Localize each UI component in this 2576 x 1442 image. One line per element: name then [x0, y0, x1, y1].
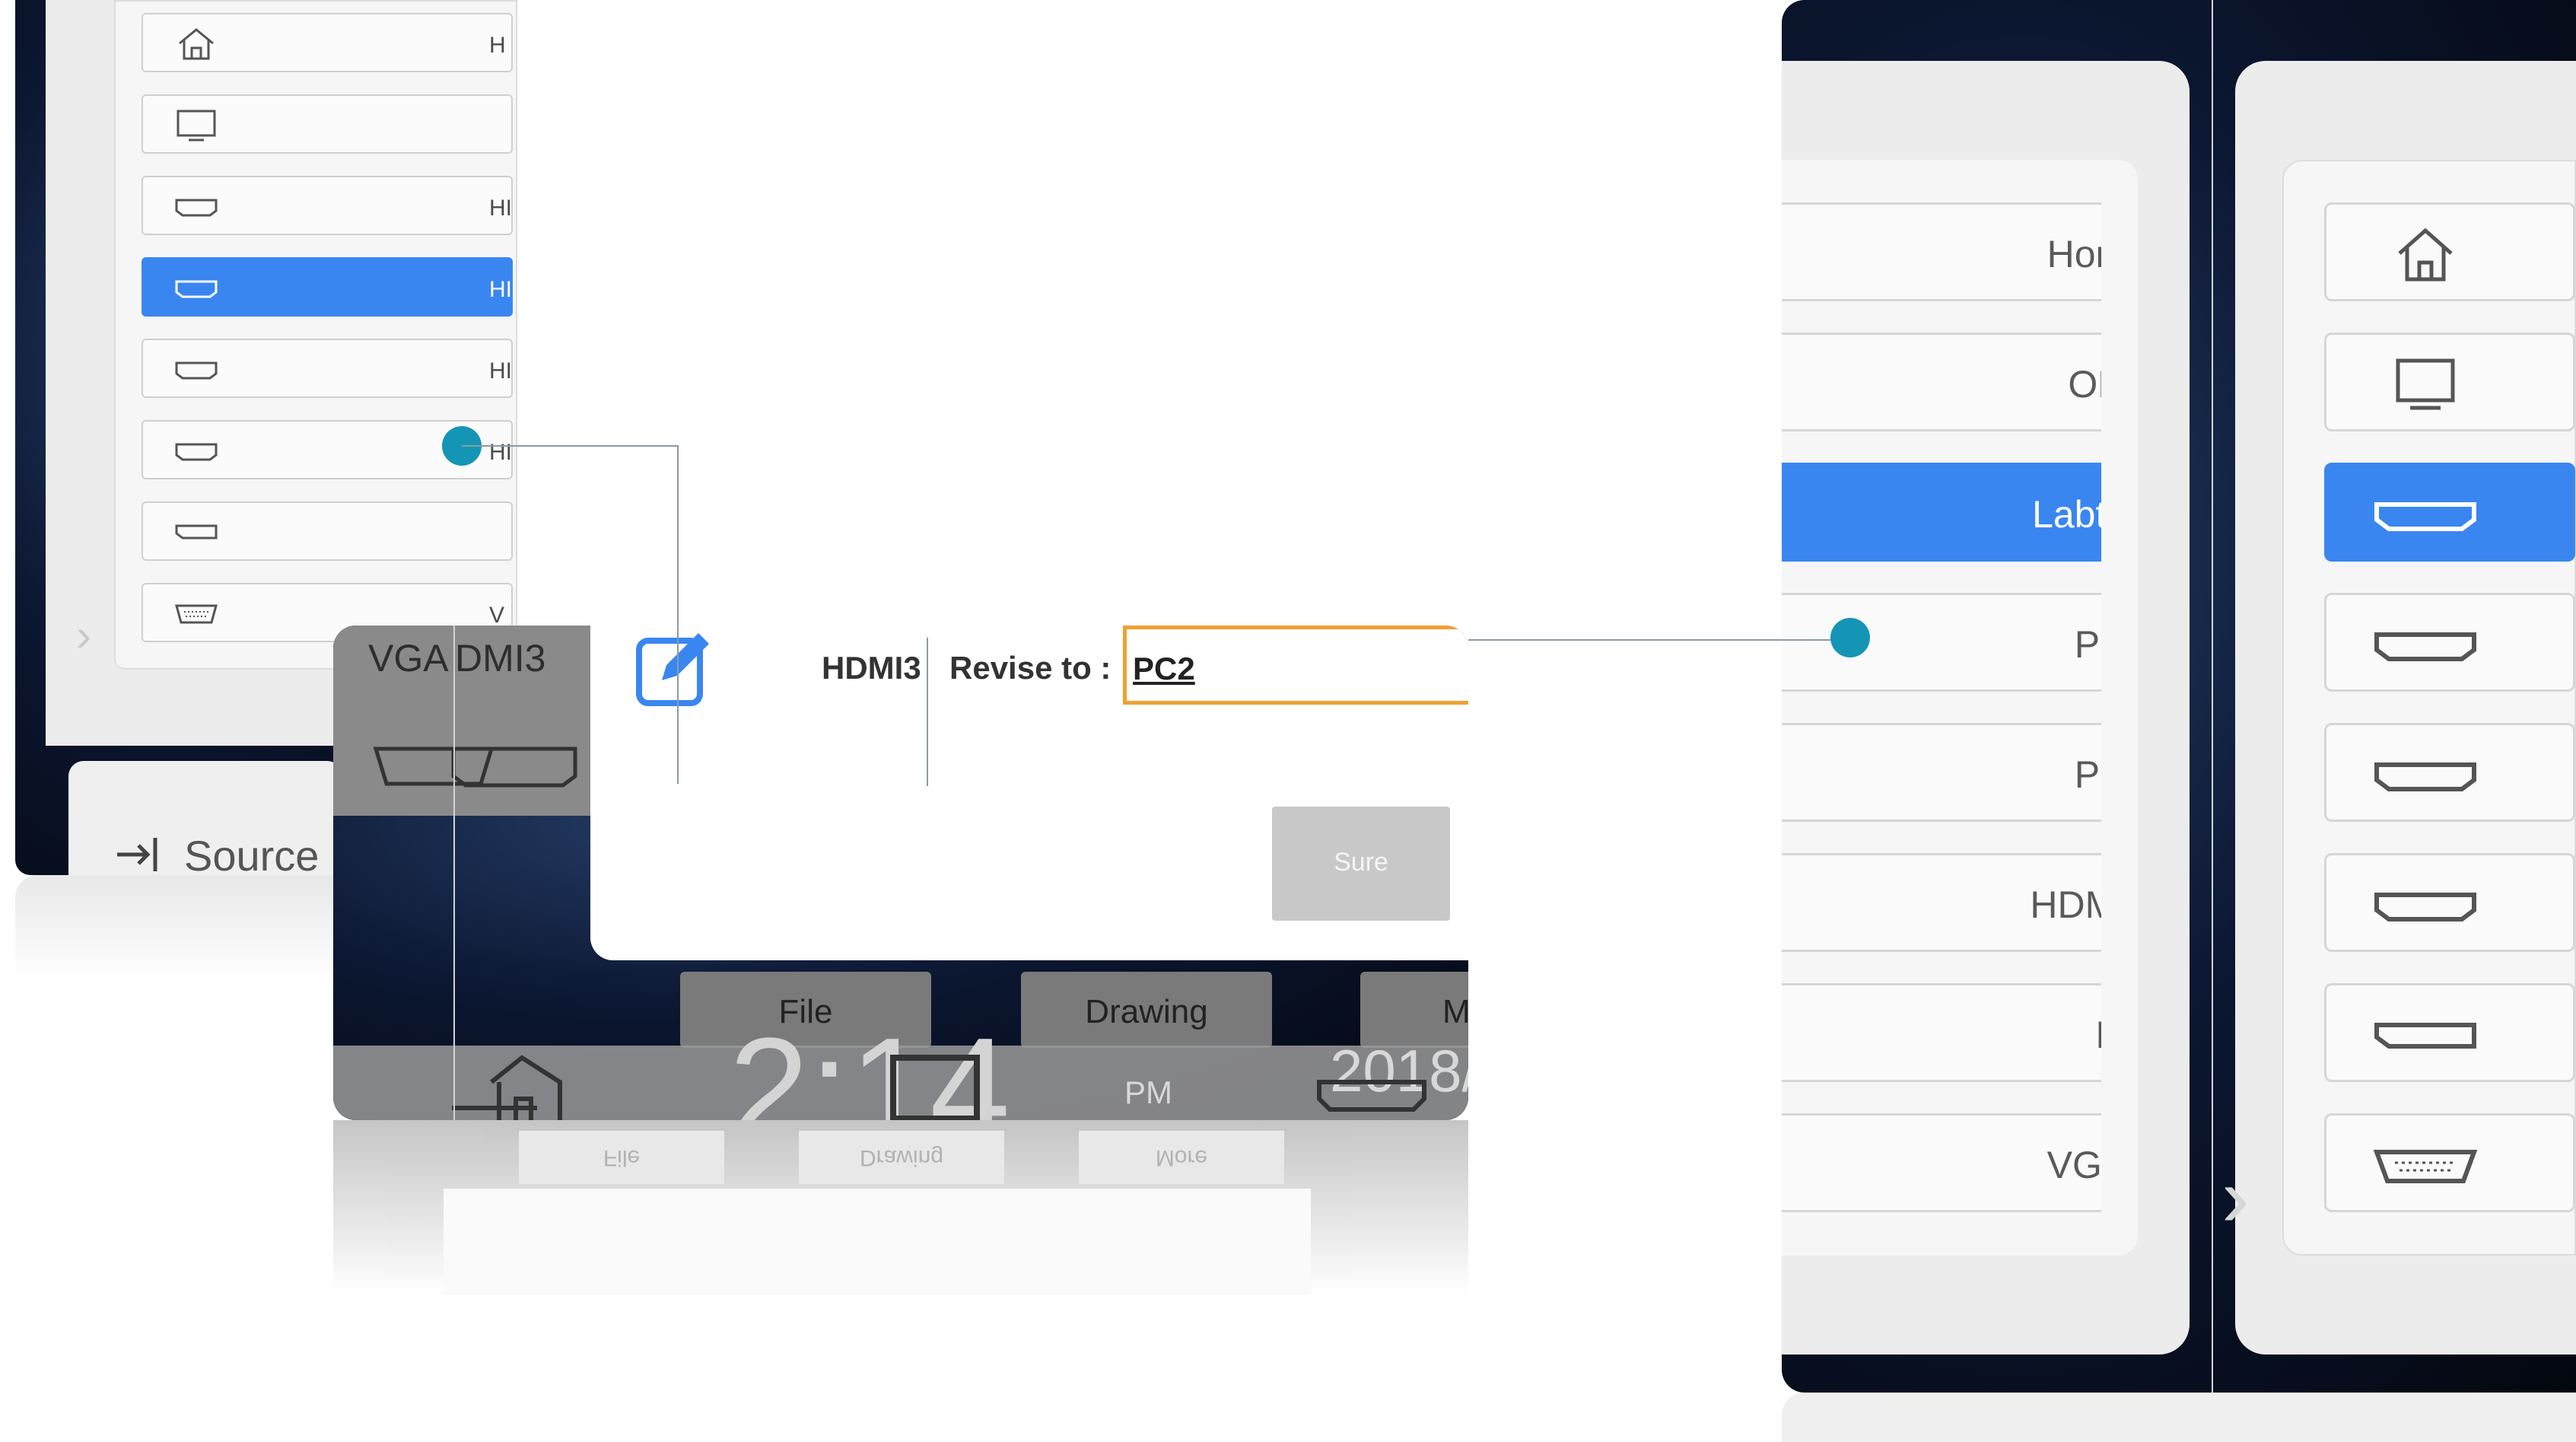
left-source-item-monitor[interactable]: [142, 94, 513, 154]
source-icon-monitor[interactable]: [2324, 333, 2575, 431]
tab-more-label: M: [1442, 993, 1468, 1030]
hdmi-port-icon: [373, 746, 577, 788]
source-item-pc1[interactable]: PC1: [1782, 593, 2101, 692]
hdmi-port-icon: [175, 443, 218, 461]
source-item-label: PC1: [2074, 623, 2101, 666]
hdmi-port-icon: [2374, 502, 2476, 531]
hdmi-port-icon: [2374, 762, 2476, 791]
left-source-item-dp[interactable]: [142, 501, 513, 561]
hdmi-port-icon: [2374, 893, 2476, 922]
source-item-label: PC2: [2074, 753, 2101, 796]
source-item-dp[interactable]: DP: [1782, 983, 2101, 1082]
source-icon-displayport[interactable]: [2324, 983, 2575, 1082]
source-icon-hdmi[interactable]: [2324, 593, 2575, 692]
hdmi-port-icon: [175, 361, 218, 380]
current-source-name: HDMI3: [822, 650, 921, 686]
left-source-label: V: [489, 603, 505, 628]
callout-dot: [1830, 618, 1870, 657]
left-source-item-hdmi3[interactable]: HI: [142, 339, 513, 398]
source-item-label: HDMI4: [2030, 883, 2101, 926]
home-icon: [2398, 228, 2453, 282]
source-input-icon: [117, 838, 157, 871]
reflection-tab: Drawing: [799, 1131, 1004, 1184]
sure-button-label: Sure: [1334, 848, 1388, 877]
tab-drawing[interactable]: Drawing: [1021, 972, 1272, 1048]
source-item-label: Home: [2046, 233, 2101, 275]
divider-line: [453, 626, 455, 1120]
displayport-icon: [2374, 1023, 2476, 1049]
revise-label: Revise to :: [949, 650, 1111, 686]
left-source-label: H: [489, 33, 506, 58]
source-item-label: OPS: [2068, 363, 2101, 406]
monitor-icon: [2396, 358, 2455, 410]
source-item-label: VGA1: [2046, 1144, 2101, 1186]
left-source-item-hdmi2-active[interactable]: HI: [142, 257, 513, 317]
dialog-screenshot: VGA DMI3 HDMI3 Revise to : PC2 Sure File…: [333, 626, 1468, 1120]
right-panel-card-2: [2282, 160, 2576, 1256]
rename-input[interactable]: PC2: [1123, 626, 1468, 705]
hdmi-port-icon: [175, 199, 218, 217]
source-icon-hdmi[interactable]: [2324, 853, 2575, 952]
left-source-label: HI: [489, 196, 512, 221]
left-source-item-hdmi1[interactable]: HI: [142, 176, 513, 235]
left-source-label: HI: [489, 358, 512, 384]
dialog-reflection: File Drawing More: [333, 1120, 1468, 1295]
home-icon: [179, 28, 214, 60]
left-source-label: HI: [489, 277, 512, 302]
source-icon-hdmi-active[interactable]: [2324, 463, 2575, 562]
callout-line: [1468, 639, 1849, 641]
source-tile-label-2: DMI3: [455, 637, 546, 680]
rename-input-value: PC2: [1133, 651, 1195, 686]
hdmi-port-icon: [175, 280, 218, 298]
reflection-tab: File: [519, 1131, 724, 1184]
sure-button[interactable]: Sure: [1272, 807, 1450, 921]
divider-line: [2212, 0, 2213, 1393]
chevron-right-icon[interactable]: ›: [2221, 1149, 2250, 1246]
callout-line: [462, 445, 679, 447]
monitor-icon: [890, 1055, 980, 1120]
callout-line: [677, 445, 679, 784]
source-icon-hdmi[interactable]: [2324, 723, 2575, 822]
source-item-hdmi4[interactable]: HDMI4: [1782, 853, 2101, 952]
source-label[interactable]: Source: [184, 831, 319, 880]
callout-line: [927, 638, 928, 786]
source-item-vga1[interactable]: VGA1: [1782, 1113, 2101, 1212]
left-source-label: HI: [489, 440, 512, 465]
right-list-clip: Home OPS Labtop PC1 PC2 HDMI4 DP VGA1: [1782, 0, 2101, 1442]
source-item-pc2[interactable]: PC2: [1782, 723, 2101, 822]
source-tile-label: VGA: [368, 637, 449, 680]
displayport-icon: [175, 524, 218, 540]
source-icon-home[interactable]: [2324, 202, 2575, 301]
hdmi-port-icon: [2374, 632, 2476, 661]
status-ampm: PM: [1124, 1074, 1172, 1110]
reflection-tab: More: [1079, 1131, 1284, 1184]
right-bottom-card: [1782, 1393, 2576, 1442]
edit-icon[interactable]: [631, 626, 715, 711]
source-item-home[interactable]: Home: [1782, 202, 2101, 301]
reflection-card: [444, 1189, 1311, 1295]
source-icon-vga[interactable]: [2324, 1113, 2575, 1212]
monitor-icon: [177, 110, 216, 142]
vga-port-icon: [2373, 1150, 2478, 1183]
chevron-right-icon[interactable]: ›: [76, 609, 91, 661]
hdmi-port-icon: [1317, 1080, 1426, 1112]
source-item-label: Labtop: [2032, 493, 2101, 536]
tab-drawing-label: Drawing: [1085, 993, 1208, 1030]
source-item-label: DP: [2096, 1013, 2101, 1057]
source-item-ops[interactable]: OPS: [1782, 333, 2101, 431]
left-source-item-home[interactable]: H: [142, 13, 513, 72]
left-reflection: [15, 875, 335, 982]
source-item-labtop-active[interactable]: Labtop: [1782, 463, 2101, 562]
home-icon: [452, 1055, 562, 1120]
vga-port-icon: [175, 604, 218, 624]
